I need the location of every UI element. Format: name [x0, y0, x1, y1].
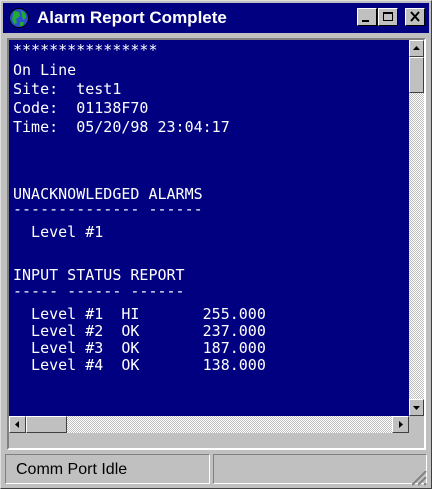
status-bar: Comm Port Idle	[1, 452, 431, 488]
window-title: Alarm Report Complete	[37, 8, 227, 27]
scroll-left-button[interactable]	[9, 416, 26, 433]
alarm-report-window: Alarm Report Complete **************** O…	[0, 0, 432, 489]
report-view: **************** On Line Site: test1 Cod…	[7, 38, 426, 450]
scrollbar-corner	[409, 416, 424, 433]
arrow-left-icon	[15, 421, 19, 428]
scroll-right-button[interactable]	[392, 416, 409, 433]
report-state: On Line	[13, 61, 77, 79]
scroll-down-button[interactable]	[409, 399, 424, 416]
minimize-button[interactable]	[357, 8, 377, 26]
unack-underline: -------------- ------	[13, 200, 203, 218]
status-pane-comm: Comm Port Idle	[5, 454, 210, 484]
unack-alarm-item: Level #1	[13, 223, 104, 241]
status-text: Comm Port Idle	[16, 461, 128, 478]
vertical-scroll-thumb[interactable]	[409, 57, 424, 93]
horizontal-scroll-thumb[interactable]	[26, 416, 67, 433]
arrow-down-icon	[413, 406, 420, 410]
maximize-button[interactable]	[378, 8, 398, 26]
arrow-up-icon	[413, 46, 420, 50]
report-time: Time: 05/20/98 23:04:17	[13, 118, 230, 136]
report-stars: ****************	[13, 41, 158, 59]
close-button[interactable]	[405, 8, 425, 26]
close-icon	[410, 11, 420, 22]
input-status-row: Level #4 OK 138.000	[13, 356, 266, 374]
input-underline: ----- ------ ------	[13, 282, 185, 300]
report-site: Site: test1	[13, 80, 122, 98]
horizontal-scrollbar[interactable]	[9, 416, 409, 433]
arrow-right-icon	[399, 421, 403, 428]
maximize-icon	[383, 12, 393, 21]
scroll-up-button[interactable]	[409, 40, 424, 57]
report-text-area[interactable]: **************** On Line Site: test1 Cod…	[9, 40, 409, 416]
input-status-row: Level #1 HI 255.000	[13, 305, 266, 323]
resize-grip-icon[interactable]	[405, 464, 427, 486]
input-status-row: Level #2 OK 237.000	[13, 322, 266, 340]
globe-icon	[9, 8, 29, 28]
title-bar[interactable]: Alarm Report Complete	[3, 3, 429, 33]
minimize-icon	[362, 20, 369, 22]
input-status-row: Level #3 OK 187.000	[13, 339, 266, 357]
status-pane-empty	[213, 454, 427, 484]
vertical-scrollbar[interactable]	[409, 40, 424, 416]
report-code: Code: 01138F70	[13, 99, 149, 117]
